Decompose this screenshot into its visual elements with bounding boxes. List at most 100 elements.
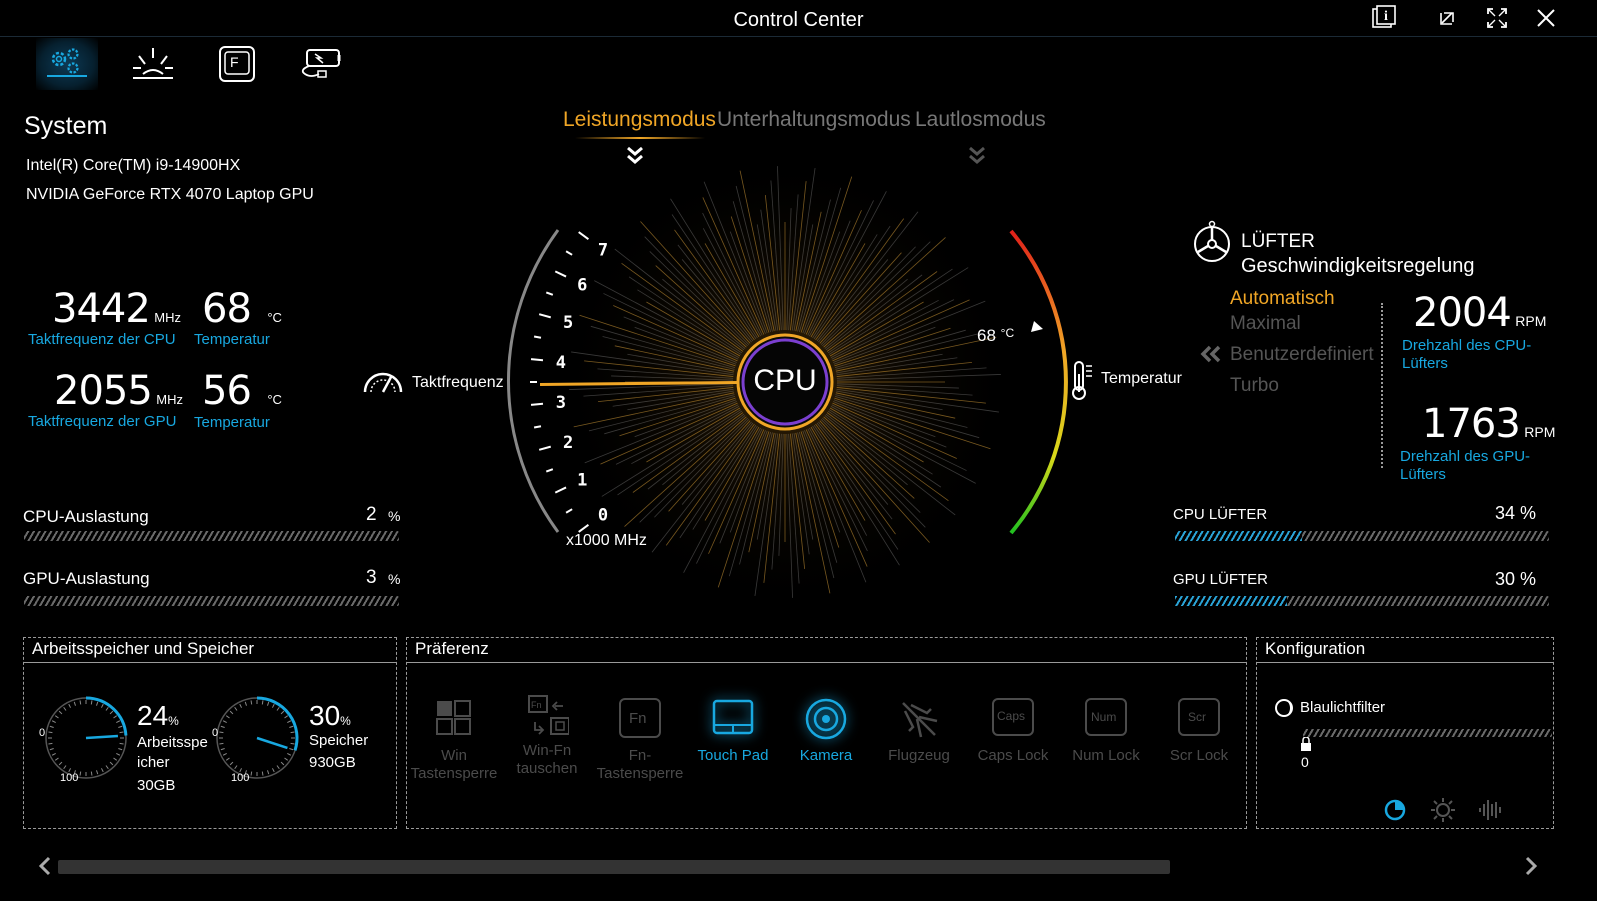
dial-tick [73,701,76,706]
dial-tick [220,748,225,751]
gauge-temp-unit: °C [1000,326,1015,340]
ram-size: 30GB [137,777,176,794]
pref-fn-lock[interactable]: Fn Fn- Tastensperre [595,697,685,783]
mode-lautlosmodus[interactable]: Lautlosmodus [915,108,1046,132]
clock-scale-tick [530,358,544,362]
tab-keyboard-light[interactable] [122,38,184,90]
dial-tick [261,771,264,776]
svg-text:Scr: Scr [1188,710,1206,724]
tab-system-settings[interactable] [36,38,98,90]
dial-tick [290,731,295,734]
sound-wave-icon[interactable] [1476,796,1504,829]
gpu-fan-bar-fill [1175,596,1288,606]
config-panel-title: Konfiguration [1257,638,1553,663]
svg-text:Fn: Fn [531,700,542,710]
gpu-rpm-readout: 1763 RPM [1422,401,1555,447]
battery-plug-icon [301,49,341,78]
fan-mode-turbo[interactable]: Turbo [1230,375,1279,397]
touchpad-icon [712,699,754,735]
dial-tick [261,700,264,705]
scroll-right-arrow[interactable] [1522,856,1540,881]
gauge-temp-readout: 68 °C [977,326,1014,346]
speedometer-icon [361,362,405,401]
dial-needle [256,736,288,750]
gpu-temp-label: Temperatur [194,414,270,431]
cpu-load-value: 2 [366,504,377,525]
pref-label: Win [441,747,467,764]
dial-tick [219,731,224,734]
gpu-fan-value: 30 % [1495,569,1537,589]
cpu-temp-label: Temperatur [194,331,270,348]
memory-panel-title: Arbeitsspeicher und Speicher [24,638,396,663]
ram-label-line1: Arbeitsspe [137,734,208,751]
gpu-rpm-unit: RPM [1524,424,1556,440]
cpu-clock-unit: MHz [154,310,181,325]
fn-key-icon: Fn [619,698,661,738]
dial-tick [116,720,121,724]
cpu-temp-unit: °C [267,310,282,325]
pref-scr-lock[interactable]: Scr Scr Lock [1154,697,1244,765]
clock-scale-tick [533,425,542,429]
fan-mode-benutzerdefiniert[interactable]: Benutzerdefiniert [1230,344,1374,366]
gpu-load-bar [24,596,399,606]
pref-num-lock[interactable]: Num Num Lock [1061,697,1151,765]
clock-scale-tick [538,313,552,319]
tab-fn-key[interactable]: F [206,38,268,90]
gpu-temp-readout: 56 °C [202,368,282,414]
tab-battery[interactable] [290,38,352,90]
fan-mode-maximal[interactable]: Maximal [1230,313,1301,335]
pref-win-fn-swap[interactable]: Fn Win-Fn tauschen [502,692,592,778]
brightness-icon[interactable] [1429,796,1457,829]
clock-scale-label: 2 [563,433,573,453]
scroll-left-arrow[interactable] [36,856,54,881]
mode-leistungsmodus[interactable]: Leistungsmodus [563,108,716,132]
dial-tick [105,765,109,770]
mode-unterhaltungsmodus[interactable]: Unterhaltungsmodus [717,108,911,132]
pref-win-lock[interactable]: Win Tastensperre [409,697,499,783]
dial-tick [90,700,93,705]
bluelight-slider-track[interactable] [1303,729,1552,737]
dial-tick [109,710,114,715]
fan-title-line2: Geschwindigkeitsregelung [1241,255,1475,277]
moon-icon [1273,697,1295,724]
cpu-clock-label: Taktfrequenz der CPU [28,331,176,348]
gpu-fan-label: GPU LÜFTER [1173,571,1269,588]
gpu-clock-readout: 2055 MHz [54,368,183,414]
cpu-fan-value: 34 % [1495,503,1537,523]
ram-percent-sign: % [168,714,179,728]
dial-tick [284,757,289,761]
gpu-clock-value: 2055 [54,368,153,414]
dial-tick [49,725,54,728]
cpu-temp-readout: 68 °C [202,286,282,332]
info-icon[interactable]: i [1368,4,1398,32]
pref-touchpad[interactable]: Touch Pad [688,697,778,765]
clock-scale-tick [578,231,589,240]
dial-tick [250,700,253,705]
fullscreen-icon[interactable] [1482,4,1512,32]
pref-label: Flugzeug [888,747,950,764]
system-title: System [24,112,108,140]
pref-caps-lock[interactable]: Caps Caps Lock [968,697,1058,765]
pref-camera[interactable]: Kamera [781,697,871,765]
gpu-name: NVIDIA GeForce RTX 4070 Laptop GPU [26,186,314,203]
pref-label: Touch Pad [697,747,769,764]
pref-airplane[interactable]: Flugzeug [874,697,964,765]
dial-tick [239,703,243,708]
clock-scale-tick [545,468,554,473]
fan-mode-automatisch[interactable]: Automatisch [1230,288,1335,310]
dial-tick [219,742,224,745]
window-title: Control Center [733,9,864,31]
fan-icon [1190,220,1234,269]
gauge-temp-value: 68 [977,326,996,345]
horizontal-scrollbar-thumb[interactable] [58,860,1170,874]
cpu-fan-bar-fill [1175,531,1303,541]
ram-label: Arbeitsspe icher 30GB [137,733,208,796]
close-icon[interactable] [1531,4,1561,32]
dial-tick [105,706,109,711]
restore-window-icon[interactable] [1433,4,1463,32]
dial-tick [63,706,67,711]
night-mode-icon[interactable] [1382,797,1408,828]
temperature-arc [1009,229,1068,535]
gpu-fan-bar [1175,596,1549,606]
fan-title-line1: LÜFTER [1241,231,1315,252]
